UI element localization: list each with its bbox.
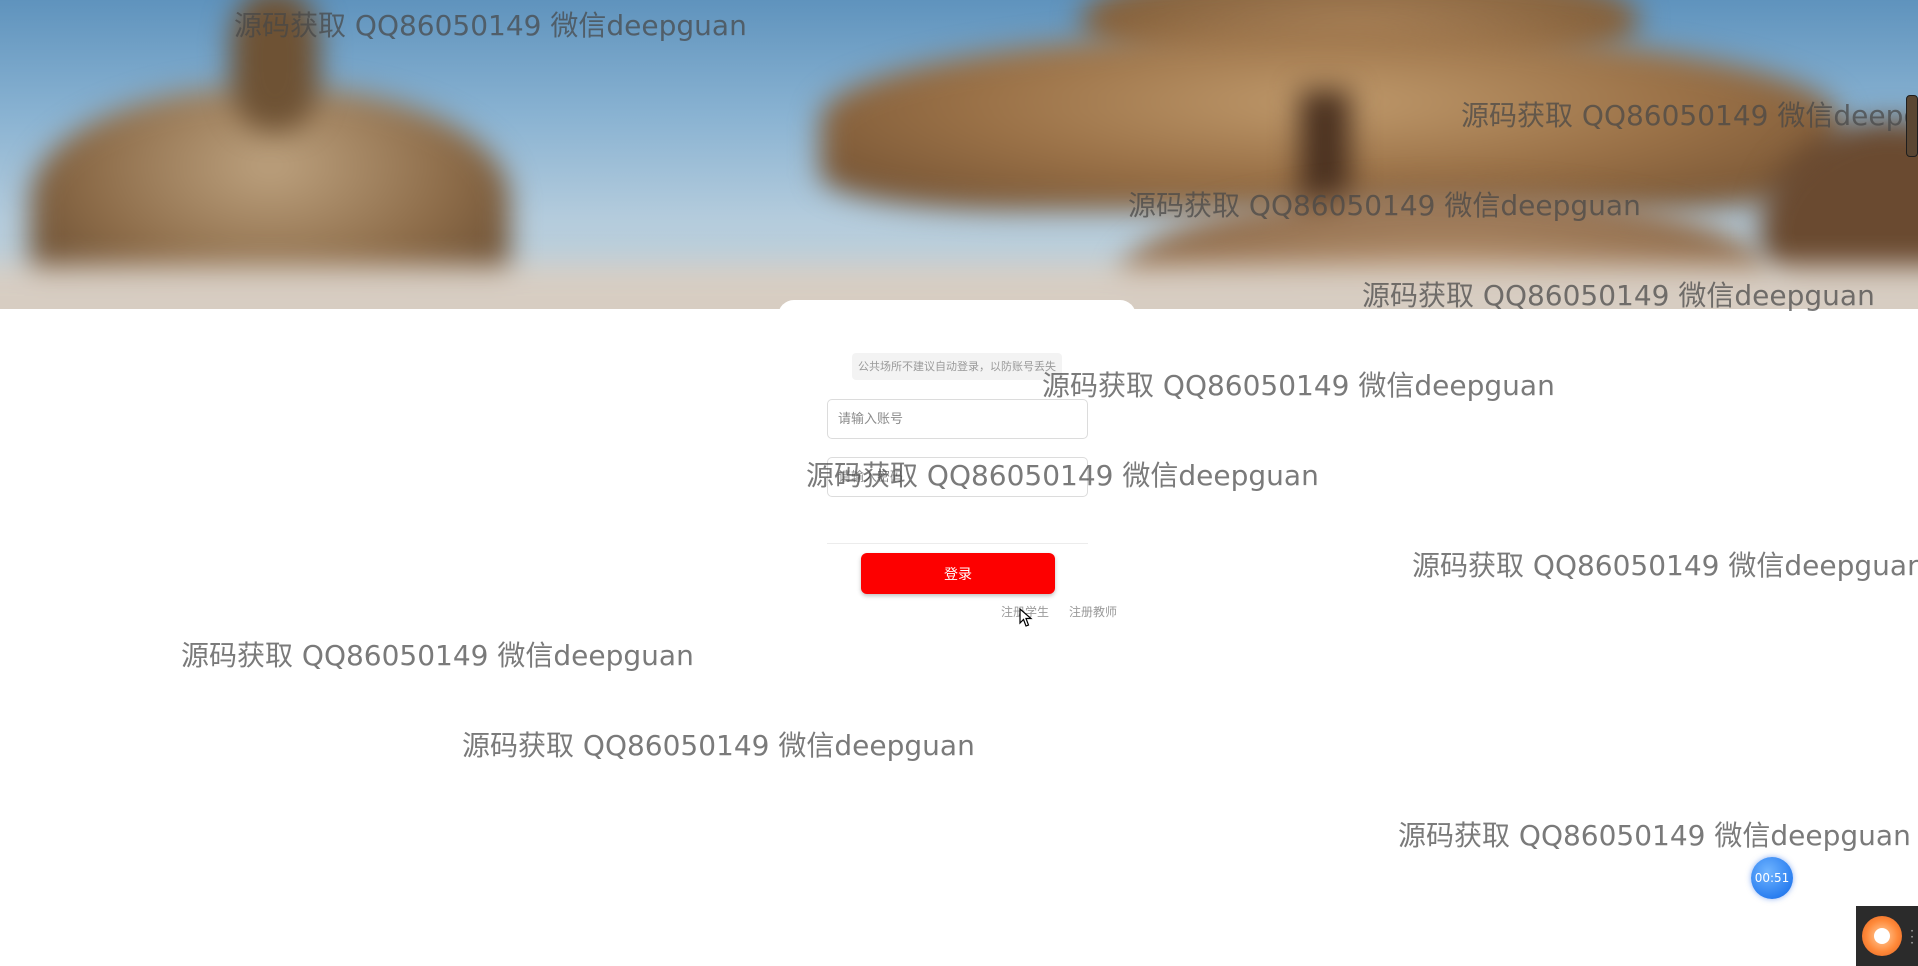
password-input[interactable] [827,457,1088,497]
scroll-handle[interactable] [1906,95,1918,157]
login-notice: 公共场所不建议自动登录，以防账号丢失 [852,353,1062,380]
register-teacher-link[interactable]: 注册教师 [1069,603,1117,620]
username-input[interactable] [827,399,1088,439]
divider [827,543,1088,544]
watermark-text: 源码获取 QQ86050149 微信deepguan [462,729,975,762]
gear-icon [1862,916,1902,956]
watermark-text: 源码获取 QQ86050149 微信deepguan [1398,819,1911,852]
watermark-text: 源码获取 QQ86050149 微信deepguan [1412,549,1918,582]
more-dots-icon: · · · [1910,924,1914,950]
umbrella-shape [230,0,320,130]
mouse-cursor-icon [1019,608,1033,627]
timer-badge[interactable]: 00:51 [1751,857,1793,899]
hero-banner [0,0,1918,309]
watermark-text: 源码获取 QQ86050149 微信deepguan [181,639,694,672]
app-launcher[interactable]: · · · [1856,906,1918,966]
login-button[interactable]: 登录 [861,553,1055,594]
